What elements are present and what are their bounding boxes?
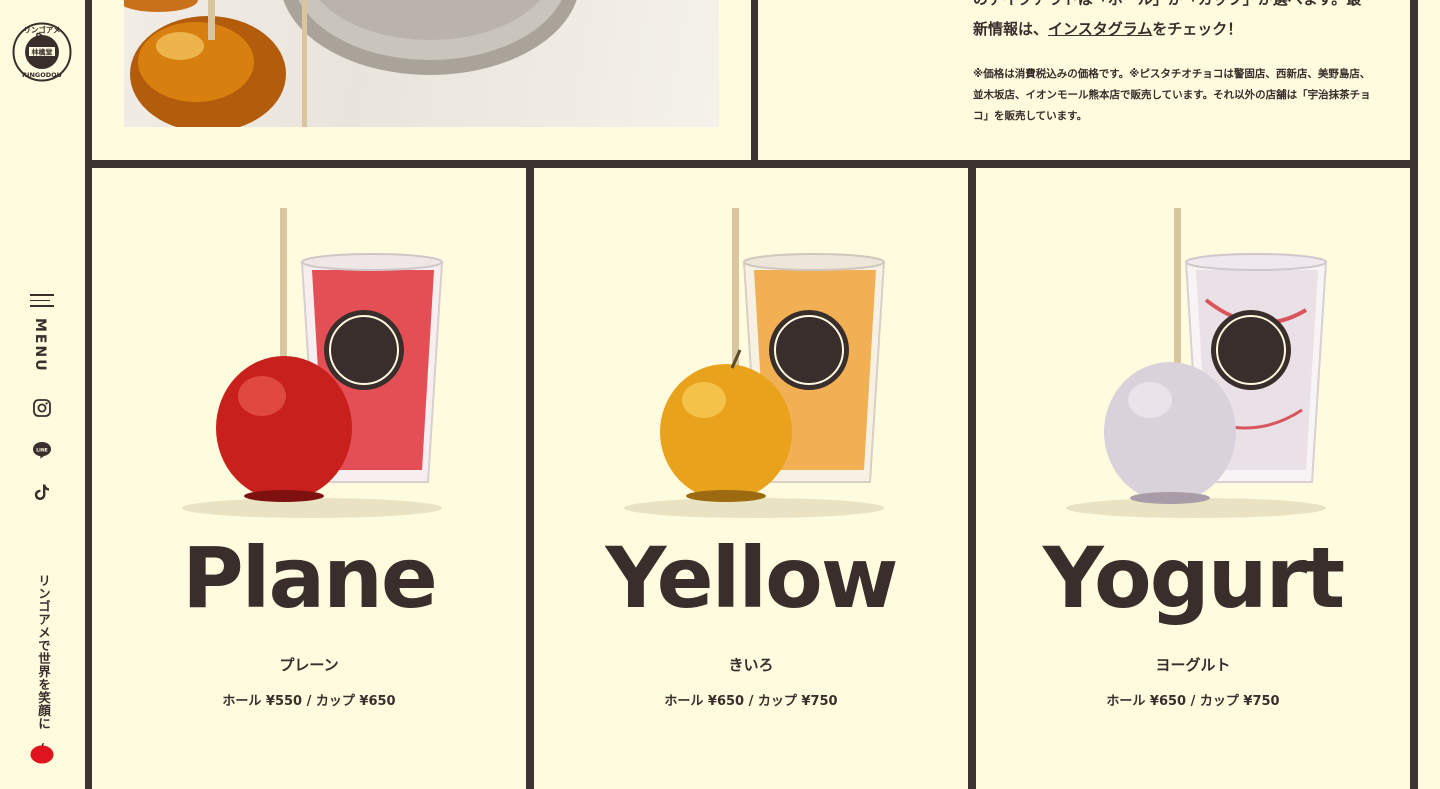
product-name-jp: プレーン (279, 656, 339, 674)
apple-icon (30, 742, 54, 764)
tiktok-icon[interactable] (32, 482, 52, 502)
product-price: ホール ¥650 / カップ ¥750 (1106, 694, 1280, 709)
info-panel: のテイクアウトは「ホール」か「カップ」か選べます。最 新情報は、インスタグラムを… (758, 0, 1410, 160)
candy-apple-photo (118, 0, 719, 132)
product-image-yellow (624, 208, 886, 518)
product-card-yellow[interactable]: Yellow きいろ ホール ¥650 / カップ ¥750 (534, 168, 968, 789)
svg-text:LINE: LINE (36, 447, 48, 453)
product-name-jp: きいろ (728, 656, 774, 674)
product-name: Plane (182, 529, 438, 627)
logo-top-text: リンゴアメ (23, 25, 60, 35)
menu-label: MENU (32, 318, 48, 373)
photo-panel (92, 0, 751, 160)
product-name: Yellow (605, 529, 899, 627)
content-grid: のテイクアウトは「ホール」か「カップ」か選べます。最 新情報は、インスタグラムを… (85, 0, 1418, 789)
info-line-2: 新情報は、インスタグラムをチェック！ (973, 18, 1242, 39)
instagram-link[interactable]: インスタグラム (1048, 20, 1152, 38)
tagline: リンゴアメで世界を笑顔に (36, 574, 51, 730)
menu-button[interactable]: MENU (28, 294, 56, 374)
info-line-2-suffix: をチェック！ (1152, 20, 1243, 38)
info-line-2-prefix: 新情報は、 (973, 20, 1049, 38)
info-line-1: のテイクアウトは「ホール」か「カップ」か選べます。最 (973, 0, 1361, 9)
line-icon[interactable]: LINE (32, 440, 52, 460)
product-price: ホール ¥550 / カップ ¥650 (222, 694, 396, 709)
product-image-yogurt (1066, 208, 1328, 518)
right-edge (1418, 0, 1440, 789)
logo-bottom-text: RINGODOU (22, 71, 62, 79)
product-card-plane[interactable]: Plane プレーン ホール ¥550 / カップ ¥650 (92, 168, 526, 789)
product-image-plane (182, 208, 444, 518)
product-name: Yogurt (1042, 529, 1345, 627)
ringodou-logo[interactable]: 林檎堂 リンゴアメ RINGODOU (12, 22, 72, 82)
instagram-icon[interactable] (32, 398, 52, 418)
product-name-jp: ヨーグルト (1155, 656, 1231, 674)
hamburger-icon (30, 294, 54, 310)
product-card-yogurt[interactable]: Yogurt ヨーグルト ホール ¥650 / カップ ¥750 (976, 168, 1410, 789)
logo-middle-text: 林檎堂 (32, 48, 53, 57)
price-note: ※価格は消費税込みの価格です。※ピスタチオチョコは警固店、西新店、美野島店、並木… (973, 68, 1371, 122)
left-sidebar: 林檎堂 リンゴアメ RINGODOU MENU LINE リンゴアメで世界を笑顔… (0, 0, 85, 789)
product-price: ホール ¥650 / カップ ¥750 (664, 694, 838, 709)
